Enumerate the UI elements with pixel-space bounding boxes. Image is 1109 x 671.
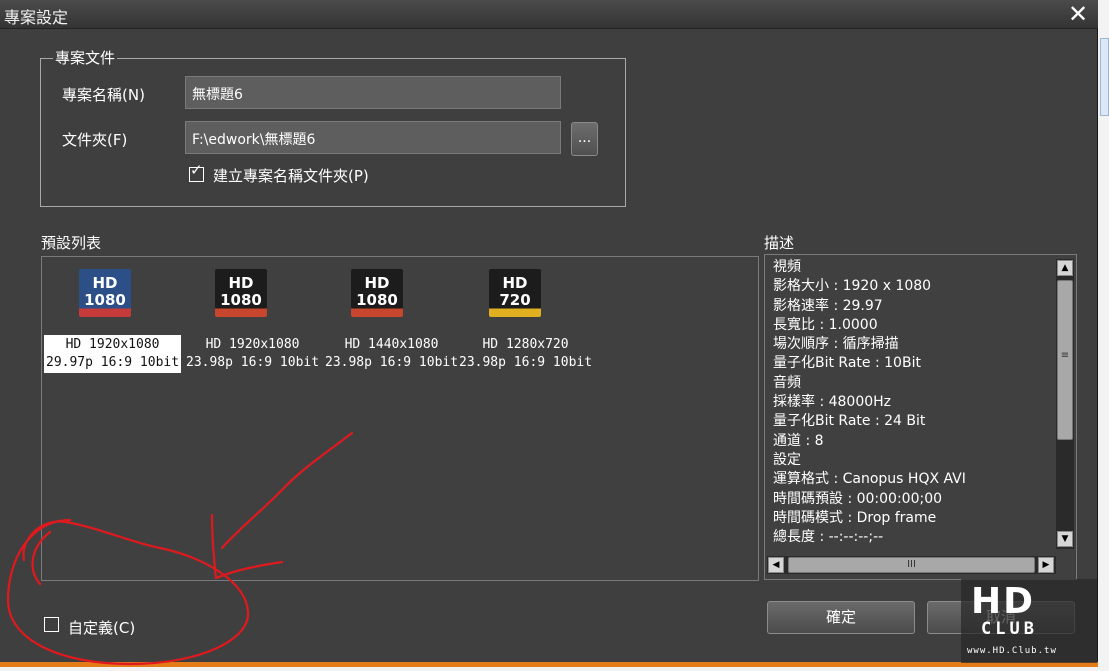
description-line: 通道 : 8: [773, 432, 824, 449]
dialog-title: 專案設定: [4, 8, 69, 27]
description-line: 量子化Bit Rate : 10Bit: [773, 355, 921, 372]
description-line: 設定: [773, 451, 801, 468]
hd-club-watermark: HD CLUB www.HD.Club.tw: [961, 579, 1097, 663]
horizontal-scrollbar[interactable]: ◀ III ▶: [767, 556, 1056, 574]
project-name-input[interactable]: 無標題6: [185, 76, 561, 109]
description-line: 場次順序 : 循序掃描: [773, 336, 899, 353]
preset-list[interactable]: HD 1080 HD 1920x1080 29.97p 16:9 10bit HD 108…: [41, 256, 759, 581]
preset-format: 23.98p 16:9 10bit: [186, 355, 320, 370]
badge-bottom-text: 720: [499, 291, 531, 309]
description-line: 影格大小 : 1920 x 1080: [773, 278, 932, 295]
badge-bottom-text: 1080: [220, 291, 262, 309]
vertical-scrollbar[interactable]: ▲ ≡ ▼: [1056, 259, 1074, 549]
description-line: 長寬比 : 1.0000: [773, 316, 878, 333]
scroll-up-icon[interactable]: ▲: [1057, 260, 1073, 276]
create-folder-checkbox[interactable]: ✓: [189, 163, 204, 182]
watermark-url: www.HD.Club.tw: [967, 646, 1057, 656]
description-line: 音頻: [773, 374, 801, 391]
preset-list-heading: 預設列表: [41, 234, 102, 252]
scroll-down-icon[interactable]: ▼: [1057, 531, 1073, 547]
custom-label: 自定義(C): [68, 619, 136, 637]
preset-label: HD 1920x1080 29.97p 16:9 10bit: [44, 335, 182, 373]
preset-title: HD 1920x1080: [65, 337, 160, 352]
description-line: 採樣率 : 48000Hz: [773, 394, 892, 411]
preset-format: 23.98p 16:9 10bit: [459, 355, 593, 370]
preset-title: HD 1280x720: [482, 337, 569, 352]
hd-badge-icon: HD 1080: [79, 269, 131, 317]
badge-bottom-text: 1080: [84, 291, 126, 309]
description-line: 量子化Bit Rate : 24 Bit: [773, 413, 926, 430]
description-panel: 視頻影格大小 : 1920 x 1080 影格速率 : 29.97 長寬比 : 1.…: [764, 254, 1077, 580]
project-file-group-legend: 專案文件: [53, 47, 118, 68]
description-text: 視頻影格大小 : 1920 x 1080 影格速率 : 29.97 長寬比 : 1.…: [773, 258, 1056, 552]
preset-format: 23.98p 16:9 10bit: [325, 355, 459, 370]
custom-checkbox[interactable]: [44, 617, 59, 632]
badge-top-text: HD: [502, 274, 528, 292]
preset-title: HD 1920x1080: [205, 337, 300, 352]
browse-folder-button[interactable]: ...: [571, 122, 598, 156]
background-window-tab: [1100, 38, 1109, 116]
background-window-edge: [1098, 0, 1109, 671]
watermark-club: CLUB: [981, 619, 1038, 639]
description-line: 時間碼預設 : 00:00:00;00: [773, 490, 943, 507]
description-line: 總長度 : --:--:--;--: [773, 529, 884, 546]
watermark-logo: HD: [971, 581, 1036, 622]
vertical-scroll-thumb[interactable]: ≡: [1057, 280, 1073, 440]
preset-format: 29.97p 16:9 10bit: [46, 355, 180, 370]
horizontal-scroll-thumb[interactable]: III: [788, 557, 1035, 573]
preset-label: HD 1440x1080 23.98p 16:9 10bit: [323, 335, 460, 373]
folder-path-input[interactable]: F:\edwork\無標題6: [185, 121, 561, 154]
hd-badge-icon: HD 1080: [215, 269, 267, 317]
preset-title: HD 1440x1080: [344, 337, 439, 352]
description-line: 時間碼模式 : Drop frame: [773, 509, 937, 526]
scroll-right-icon[interactable]: ▶: [1038, 557, 1054, 573]
description-heading: 描述: [764, 234, 795, 252]
project-name-label: 專案名稱(N): [62, 86, 145, 104]
create-folder-label: 建立專案名稱文件夾(P): [213, 167, 369, 185]
scroll-left-icon[interactable]: ◀: [768, 557, 784, 573]
description-line: 運算格式 : Canopus HQX AVI: [773, 471, 966, 488]
ok-button[interactable]: 確定: [767, 601, 915, 634]
checkmark-icon: ✓: [190, 161, 203, 179]
folder-label: 文件夾(F): [62, 131, 128, 149]
badge-top-text: HD: [92, 274, 118, 292]
badge-bottom-text: 1080: [356, 291, 398, 309]
bottom-accent-line: [0, 662, 1098, 667]
description-line: 影格速率 : 29.97: [773, 297, 883, 314]
hd-badge-icon: HD 720: [489, 269, 541, 317]
close-button[interactable]: ✕: [1066, 1, 1090, 27]
badge-top-text: HD: [364, 274, 390, 292]
badge-top-text: HD: [228, 274, 254, 292]
hd-badge-icon: HD 1080: [351, 269, 403, 317]
preset-label: HD 1920x1080 23.98p 16:9 10bit: [184, 335, 321, 373]
preset-label: HD 1280x720 23.98p 16:9 10bit: [457, 335, 594, 373]
description-line: 視頻: [773, 259, 801, 275]
project-settings-dialog: 專案設定 ✕ 專案文件 專案名稱(N) 無標題6 文件夾(F) F:\edwor…: [0, 0, 1098, 667]
title-bar[interactable]: 專案設定 ✕: [0, 0, 1098, 29]
